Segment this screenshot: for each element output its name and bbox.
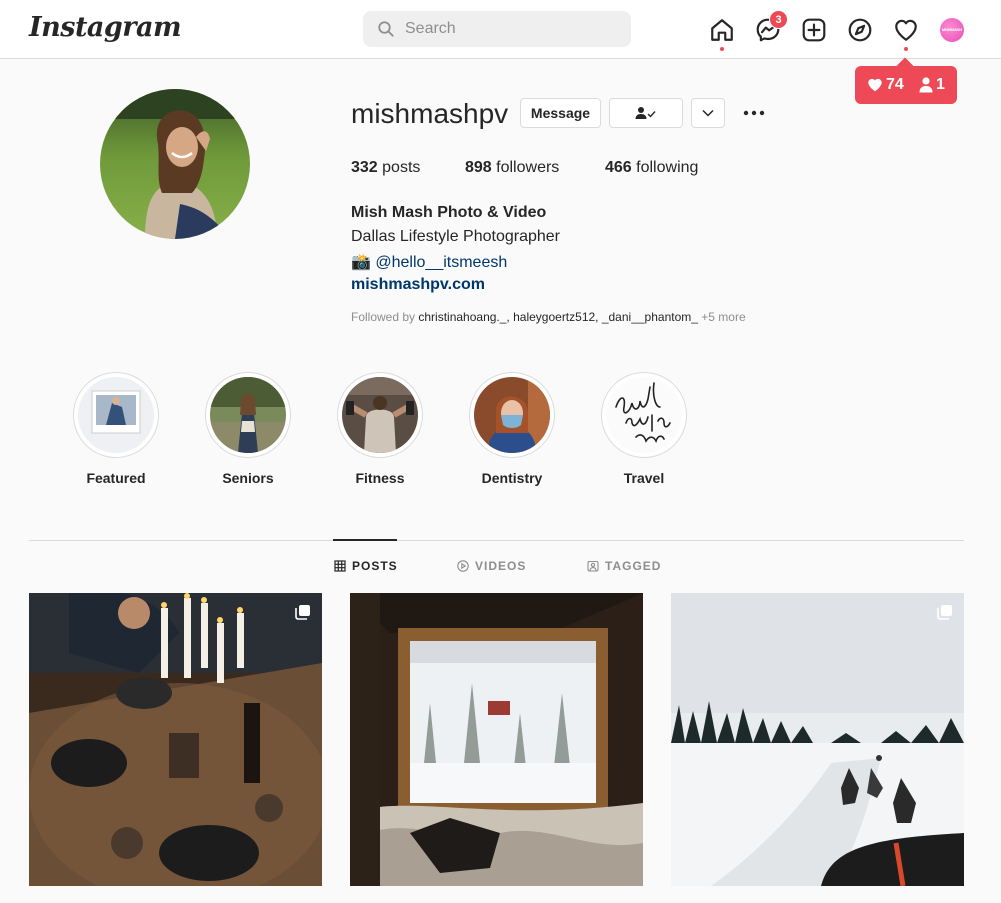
home-active-dot xyxy=(720,47,724,51)
more-horizontal-icon xyxy=(743,110,765,116)
top-navigation-bar: Instagram 3 MISHMASH xyxy=(0,0,1001,59)
explore-icon xyxy=(848,18,872,42)
following-button[interactable] xyxy=(609,98,683,128)
followed-by-names: christinahoang._, haleygoertz512, _dani_… xyxy=(418,310,698,324)
posts-stat: 332 posts xyxy=(351,159,421,176)
post-image-dog-sled xyxy=(671,593,964,886)
website-link[interactable]: mishmashpv.com xyxy=(351,276,485,294)
followed-by-more: +5 more xyxy=(701,310,746,324)
highlight-cover xyxy=(606,377,682,453)
explore-button[interactable] xyxy=(847,17,873,43)
followers-stat[interactable]: 898 followers xyxy=(465,159,559,177)
home-button[interactable] xyxy=(709,17,735,43)
chevron-down-icon xyxy=(702,109,714,117)
heart-filled-icon xyxy=(868,78,882,92)
new-post-icon xyxy=(802,18,826,42)
highlight-cover xyxy=(474,377,550,453)
tab-tagged[interactable]: TAGGED xyxy=(587,559,661,573)
message-button[interactable]: Message xyxy=(520,98,601,128)
bio-line: Dallas Lifestyle Photographer xyxy=(351,228,561,245)
post-thumbnail[interactable] xyxy=(350,593,643,886)
likes-count: 74 xyxy=(886,76,904,93)
follows-count: 1 xyxy=(936,76,945,93)
post-image-cabin-window xyxy=(350,593,643,886)
search-icon xyxy=(378,21,394,37)
play-circle-icon xyxy=(457,560,469,572)
search-box[interactable] xyxy=(363,11,631,47)
highlight-cover xyxy=(210,377,286,453)
highlight-cover xyxy=(78,377,154,453)
highlight-label: Dentistry xyxy=(481,470,543,486)
camera-flash-emoji: 📸 xyxy=(351,254,371,271)
activity-notification-popup[interactable]: 74 1 xyxy=(855,66,957,104)
bio-mention-line: 📸 @hello__itsmeesh xyxy=(351,252,507,272)
profile-picture[interactable] xyxy=(100,89,250,239)
carousel-icon xyxy=(937,605,952,620)
post-thumbnail[interactable] xyxy=(671,593,964,886)
more-options-button[interactable] xyxy=(743,104,765,122)
tab-label: VIDEOS xyxy=(475,559,527,573)
highlight-featured[interactable]: Featured xyxy=(73,372,159,486)
profile-photo-image xyxy=(100,89,250,239)
carousel-icon xyxy=(295,605,310,620)
activity-dot xyxy=(904,47,908,51)
highlight-label: Featured xyxy=(86,470,146,486)
post-image-dinner-table xyxy=(29,593,322,886)
activity-button[interactable] xyxy=(893,17,919,43)
suggested-accounts-dropdown[interactable] xyxy=(691,98,725,128)
heart-icon xyxy=(895,19,917,41)
highlight-label: Fitness xyxy=(355,470,405,486)
profile-username: mishmashpv xyxy=(351,98,509,129)
travel-script-graphic xyxy=(606,377,682,453)
person-icon xyxy=(919,77,933,93)
tab-label: TAGGED xyxy=(605,559,662,573)
post-thumbnail[interactable] xyxy=(29,593,322,886)
highlight-travel[interactable]: Travel xyxy=(601,372,687,486)
messenger-unread-badge: 3 xyxy=(769,10,788,29)
highlight-label: Travel xyxy=(623,470,665,486)
bio-mention-link[interactable]: @hello__itsmeesh xyxy=(375,254,507,271)
highlight-cover xyxy=(342,377,418,453)
tab-label: POSTS xyxy=(352,559,398,573)
profile-avatar-button[interactable]: MISHMASH xyxy=(940,18,964,42)
search-input[interactable] xyxy=(405,11,621,47)
highlight-fitness[interactable]: Fitness xyxy=(337,372,423,486)
active-tab-indicator xyxy=(333,539,397,541)
instagram-logo[interactable]: Instagram xyxy=(29,12,182,43)
grid-icon xyxy=(334,560,346,572)
highlight-dentistry[interactable]: Dentistry xyxy=(469,372,555,486)
new-post-button[interactable] xyxy=(801,17,827,43)
home-icon xyxy=(711,19,733,41)
tab-posts[interactable]: POSTS xyxy=(334,559,398,573)
following-stat[interactable]: 466 following xyxy=(605,159,698,177)
highlight-seniors[interactable]: Seniors xyxy=(205,372,291,486)
profile-full-name: Mish Mash Photo & Video xyxy=(351,204,547,221)
person-check-icon xyxy=(635,107,656,119)
highlight-label: Seniors xyxy=(222,470,274,486)
tabs-divider xyxy=(29,540,964,541)
followed-by-text[interactable]: Followed by christinahoang._, haleygoert… xyxy=(351,310,746,324)
tab-videos[interactable]: VIDEOS xyxy=(457,559,526,573)
tagged-person-icon xyxy=(587,560,599,572)
